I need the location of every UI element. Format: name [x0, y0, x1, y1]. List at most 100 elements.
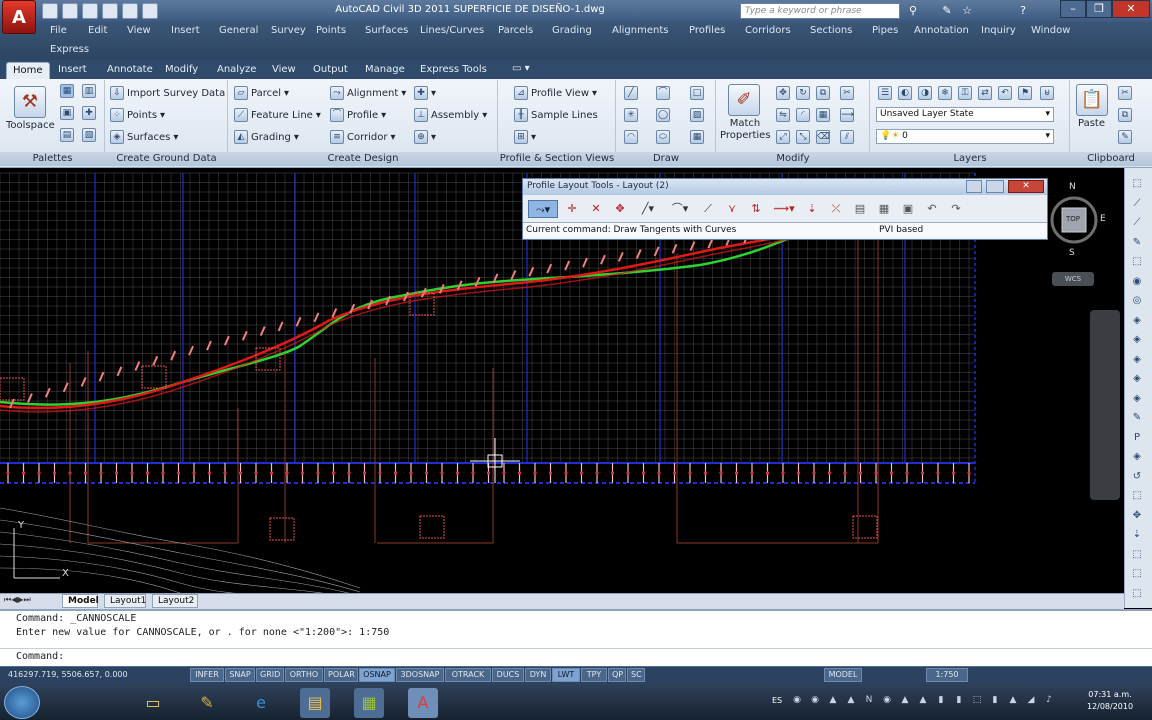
- fillet-icon[interactable]: ◜: [796, 108, 810, 122]
- menu-insert[interactable]: Insert: [171, 25, 200, 36]
- tab-annotate[interactable]: Annotate: [101, 62, 159, 79]
- panel-footer-clipboard[interactable]: Clipboard: [1070, 152, 1152, 166]
- tab-view[interactable]: View: [266, 62, 302, 79]
- tray-icon-5[interactable]: N: [862, 695, 876, 705]
- curve-tools-icon[interactable]: ⌒▾: [666, 200, 694, 218]
- taskbar-autocad-icon[interactable]: A: [408, 688, 438, 718]
- tab-manage[interactable]: Manage: [359, 62, 411, 79]
- start-button[interactable]: [4, 686, 40, 719]
- menu-view[interactable]: View: [127, 25, 151, 36]
- grading-button[interactable]: ◭ Grading ▾: [234, 130, 299, 144]
- panel-footer-draw[interactable]: Draw: [616, 152, 716, 166]
- tray-icon-3[interactable]: ▲: [826, 695, 840, 705]
- tray-icon-11[interactable]: ⬚: [970, 695, 984, 705]
- status-toggle-ducs[interactable]: DUCS: [492, 668, 524, 682]
- right-tool-13-icon[interactable]: ✎: [1128, 412, 1146, 428]
- status-toggle-polar[interactable]: POLAR: [324, 668, 358, 682]
- layout-tab-layout2[interactable]: Layout2: [152, 594, 198, 608]
- status-toggle-infer[interactable]: INFER: [190, 668, 224, 682]
- profile-grid-icon[interactable]: ▣: [898, 200, 918, 218]
- status-toggle-sc[interactable]: SC: [627, 668, 645, 682]
- status-toggle-tpy[interactable]: TPY: [581, 668, 607, 682]
- toolbox-icon[interactable]: ✚: [82, 106, 96, 120]
- tangent-tools-icon[interactable]: ╱▾: [634, 200, 662, 218]
- current-layer-dropdown[interactable]: 💡☀ 0 ▾: [876, 129, 1054, 144]
- tab-output[interactable]: Output: [307, 62, 354, 79]
- paste-icon[interactable]: 📋: [1076, 84, 1108, 116]
- alignment-button[interactable]: ⤳ Alignment ▾: [330, 86, 406, 100]
- right-tool-2-icon[interactable]: ⟋: [1128, 198, 1146, 214]
- menu-corridors[interactable]: Corridors: [745, 25, 791, 36]
- open-icon[interactable]: [62, 3, 78, 19]
- polyline-icon[interactable]: ⌒: [656, 86, 670, 100]
- section-views-button[interactable]: ⊞ ▾: [514, 130, 536, 144]
- menu-sections[interactable]: Sections: [810, 25, 852, 36]
- survey-icon[interactable]: ▣: [60, 106, 74, 120]
- match-properties-button[interactable]: Match Properties: [720, 118, 771, 142]
- menu-grading[interactable]: Grading: [552, 25, 592, 36]
- tab-home[interactable]: Home: [6, 62, 50, 79]
- right-tool-16-icon[interactable]: ↺: [1128, 471, 1146, 487]
- delete-pvi-icon[interactable]: ✕: [586, 200, 606, 218]
- delete-entity-icon[interactable]: ⤫: [826, 200, 846, 218]
- cut-icon[interactable]: ✂: [1118, 86, 1132, 100]
- status-toggle-3dosnap[interactable]: 3DOSNAP: [396, 668, 444, 682]
- layer-properties-icon[interactable]: ☰: [878, 86, 892, 100]
- taskbar-folder-icon[interactable]: ▭: [138, 688, 168, 718]
- profile-view-button[interactable]: ⊿ Profile View ▾: [514, 86, 597, 100]
- star-icon[interactable]: ☆: [960, 4, 974, 18]
- undo-palette-icon[interactable]: ↶: [922, 200, 942, 218]
- right-tool-8-icon[interactable]: ◈: [1128, 315, 1146, 331]
- language-indicator[interactable]: ES: [772, 696, 782, 705]
- taskbar-tools-icon[interactable]: ✎: [192, 688, 222, 718]
- corridor-button[interactable]: ≡ Corridor ▾: [330, 130, 396, 144]
- model-space-button[interactable]: MODEL: [824, 668, 862, 682]
- status-toggle-dyn[interactable]: DYN: [525, 668, 551, 682]
- menu-window[interactable]: Window: [1031, 25, 1070, 36]
- tray-icon-9[interactable]: ▮: [934, 695, 948, 705]
- assembly-button[interactable]: ⊥ Assembly ▾: [414, 108, 487, 122]
- undo-icon[interactable]: [122, 3, 138, 19]
- surfaces-button[interactable]: ◈ Surfaces ▾: [110, 130, 178, 144]
- menu-general[interactable]: General: [219, 25, 258, 36]
- right-tool-1-icon[interactable]: ⬚: [1128, 178, 1146, 194]
- right-tool-9-icon[interactable]: ◈: [1128, 334, 1146, 350]
- layer-lock-icon[interactable]: ⚿: [958, 86, 972, 100]
- match-properties-icon[interactable]: ✐: [728, 84, 760, 116]
- layout-tab-layout1[interactable]: Layout1: [104, 594, 146, 608]
- convert-icon[interactable]: ⟋: [698, 200, 718, 218]
- trim-icon[interactable]: ✂: [840, 86, 854, 100]
- status-toggle-snap[interactable]: SNAP: [225, 668, 255, 682]
- status-toggle-ortho[interactable]: ORTHO: [285, 668, 323, 682]
- help-icon[interactable]: ?: [1016, 4, 1030, 18]
- right-tool-5-icon[interactable]: ⬚: [1128, 256, 1146, 272]
- tray-icon-8[interactable]: ▲: [916, 695, 930, 705]
- right-tool-19-icon[interactable]: ⇣: [1128, 529, 1146, 545]
- status-toggle-grid[interactable]: GRID: [256, 668, 284, 682]
- panel-footer-create-ground-data[interactable]: Create Ground Data: [105, 152, 228, 166]
- annotation-scale-dropdown[interactable]: 1:750: [926, 668, 968, 682]
- panel-footer-modify[interactable]: Modify: [716, 152, 870, 166]
- taskbar-notes-icon[interactable]: ▦: [354, 688, 384, 718]
- redo-icon[interactable]: [142, 3, 158, 19]
- xline-icon[interactable]: ✳: [624, 108, 638, 122]
- tray-icon-2[interactable]: ◉: [808, 695, 822, 705]
- line-icon[interactable]: ╱: [624, 86, 638, 100]
- grid-view-icon[interactable]: ▤: [850, 200, 870, 218]
- right-tool-3-icon[interactable]: ⟋: [1128, 217, 1146, 233]
- save-icon[interactable]: [82, 3, 98, 19]
- editor-icon[interactable]: ▦: [874, 200, 894, 218]
- mirror-icon[interactable]: ⇋: [776, 108, 790, 122]
- palette-close-button[interactable]: ✕: [1008, 180, 1044, 193]
- tray-icon-14[interactable]: ◢: [1024, 695, 1038, 705]
- insert-pvi-icon[interactable]: ✛: [562, 200, 582, 218]
- palette-options-icon[interactable]: [966, 180, 982, 193]
- menu-points[interactable]: Points: [316, 25, 346, 36]
- profile-button[interactable]: ⌒ Profile ▾: [330, 108, 386, 122]
- move-pvi-icon[interactable]: ✥: [610, 200, 630, 218]
- prospector-icon[interactable]: ▦: [60, 84, 74, 98]
- panel-footer-create-design[interactable]: Create Design: [228, 152, 498, 166]
- right-tool-22-icon[interactable]: ⬚: [1128, 588, 1146, 604]
- toolspace-icon[interactable]: ⚒: [14, 86, 46, 118]
- search-input[interactable]: Type a keyword or phrase: [740, 3, 900, 19]
